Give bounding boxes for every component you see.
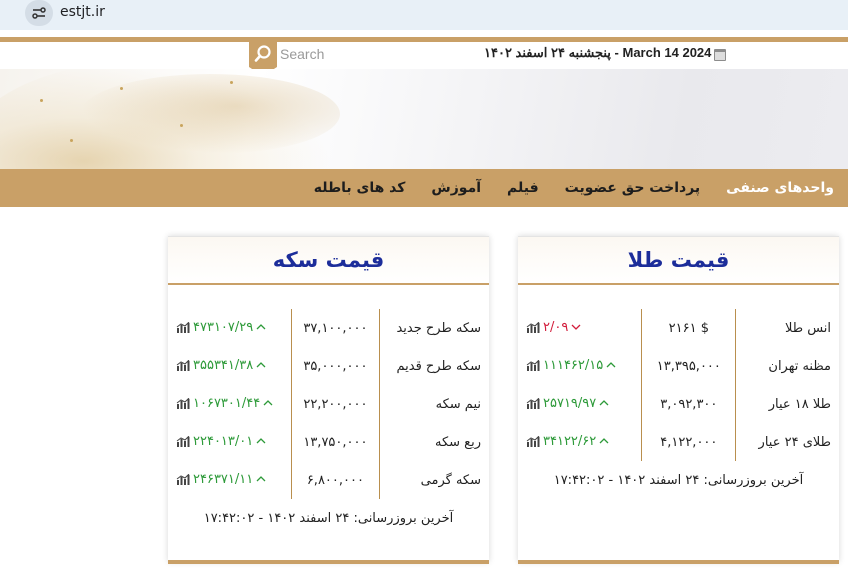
main-nav: واحدهای صنفی پرداخت حق عضویت فیلم آموزش … bbox=[0, 169, 848, 207]
arrow-up-icon bbox=[256, 476, 266, 482]
item-change: ۲۴۶۳۷۱/۱۱ bbox=[168, 461, 291, 499]
chart-bars-icon[interactable] bbox=[176, 473, 190, 485]
change-value: ۳۴۱۲۲/۶۲ bbox=[543, 433, 597, 449]
coin-price-card: قیمت سکه سکه طرح جدید ۳۷,۱۰۰,۰۰۰ ۴۷۳۱۰۷/۲۹… bbox=[168, 236, 489, 564]
change-value: ۱۱۱۴۶۲/۱۵ bbox=[543, 357, 604, 373]
chart-bars-icon[interactable] bbox=[176, 359, 190, 371]
nav-item-guild-units[interactable]: واحدهای صنفی bbox=[726, 180, 834, 196]
item-name: سکه گرمی bbox=[420, 472, 481, 488]
item-change: ۱۰۶۷۳۰۱/۴۴ bbox=[168, 385, 291, 423]
chart-bars-icon[interactable] bbox=[526, 435, 540, 447]
gold-price-card: قیمت طلا انس طلا $ ۲۱۶۱ ۲/۰۹ مظنه تهران ۱۳,۳… bbox=[518, 236, 839, 564]
price-row: سکه طرح جدید ۳۷,۱۰۰,۰۰۰ ۴۷۳۱۰۷/۲۹ bbox=[168, 309, 489, 347]
browser-address-bar: estjt.ir bbox=[0, 0, 848, 30]
chart-bars-icon[interactable] bbox=[526, 397, 540, 409]
price-row: نیم سکه ۲۲,۲۰۰,۰۰۰ ۱۰۶۷۳۰۱/۴۴ bbox=[168, 385, 489, 423]
change-value: ۲۴۶۳۷۱/۱۱ bbox=[193, 471, 254, 487]
search-input[interactable] bbox=[280, 43, 430, 65]
item-change: ۳۴۱۲۲/۶۲ bbox=[518, 423, 642, 461]
search-icon bbox=[254, 45, 271, 62]
chart-bars-icon[interactable] bbox=[176, 435, 190, 447]
item-name: انس طلا bbox=[784, 320, 831, 336]
card-divider bbox=[518, 283, 839, 285]
banner-gold-fleck bbox=[230, 81, 233, 84]
chart-bars-icon[interactable] bbox=[176, 397, 190, 409]
banner-gold-fleck bbox=[180, 124, 183, 127]
nav-item-film[interactable]: فیلم bbox=[507, 180, 539, 196]
item-price: ۳۵,۰۰۰,۰۰۰ bbox=[290, 347, 380, 385]
nav-item-void-codes[interactable]: کد های باطله bbox=[314, 180, 406, 196]
item-price: ۳۷,۱۰۰,۰۰۰ bbox=[290, 309, 380, 347]
item-name: سکه طرح جدید bbox=[396, 320, 481, 336]
search-box bbox=[249, 40, 432, 76]
banner-gold-fleck bbox=[70, 139, 73, 142]
item-price: ۱۳,۳۹۵,۰۰۰ bbox=[641, 347, 737, 385]
header-date: پنجشنبه ۲۴ اسفند ۱۴۰۲ - March 14 2024 bbox=[484, 45, 727, 61]
site-info-icon[interactable] bbox=[25, 0, 53, 26]
change-value: ۱۰۶۷۳۰۱/۴۴ bbox=[193, 395, 261, 411]
url-text[interactable]: estjt.ir bbox=[60, 4, 105, 20]
item-change: ۴۷۳۱۰۷/۲۹ bbox=[168, 309, 291, 347]
item-price: $ ۲۱۶۱ bbox=[641, 309, 737, 347]
change-value: ۲۲۴۰۱۳/۰۱ bbox=[193, 433, 254, 449]
header-date-text: پنجشنبه ۲۴ اسفند ۱۴۰۲ - March 14 2024 bbox=[484, 45, 712, 60]
item-change: ۳۵۵۳۴۱/۳۸ bbox=[168, 347, 291, 385]
browser-edge bbox=[0, 6, 4, 20]
arrow-up-icon bbox=[256, 324, 266, 330]
last-updated: آخرین بروزرسانی: ۲۴ اسفند ۱۴۰۲ - ۱۷:۴۲:۰… bbox=[203, 511, 454, 526]
item-name: مظنه تهران bbox=[768, 358, 831, 374]
arrow-up-icon bbox=[256, 438, 266, 444]
change-value: ۳۵۵۳۴۱/۳۸ bbox=[193, 357, 254, 373]
chart-bars-icon[interactable] bbox=[526, 359, 540, 371]
item-name: سکه طرح قدیم bbox=[396, 358, 481, 374]
item-change: ۲۲۴۰۱۳/۰۱ bbox=[168, 423, 291, 461]
item-price: ۴,۱۲۲,۰۰۰ bbox=[641, 423, 737, 461]
card-divider bbox=[168, 283, 489, 285]
card-bottom-border bbox=[168, 560, 489, 564]
item-name: ربع سکه bbox=[435, 434, 481, 450]
chart-bars-icon[interactable] bbox=[526, 321, 540, 333]
nav-item-membership-payment[interactable]: پرداخت حق عضویت bbox=[565, 180, 701, 196]
hero-banner bbox=[0, 69, 848, 169]
price-row: انس طلا $ ۲۱۶۱ ۲/۰۹ bbox=[518, 309, 839, 347]
item-name: طلا ۱۸ عیار bbox=[768, 396, 831, 412]
change-value: ۴۷۳۱۰۷/۲۹ bbox=[193, 319, 254, 335]
item-price: ۳,۰۹۲,۳۰۰ bbox=[641, 385, 737, 423]
item-price: ۲۲,۲۰۰,۰۰۰ bbox=[290, 385, 380, 423]
calendar-icon bbox=[714, 48, 727, 61]
change-value: ۲۵۷۱۹/۹۷ bbox=[543, 395, 597, 411]
banner-gold-fleck bbox=[120, 87, 123, 90]
price-row: طلا ۱۸ عیار ۳,۰۹۲,۳۰۰ ۲۵۷۱۹/۹۷ bbox=[518, 385, 839, 423]
arrow-up-icon bbox=[599, 438, 609, 444]
item-name: نیم سکه bbox=[435, 396, 481, 412]
item-change: ۱۱۱۴۶۲/۱۵ bbox=[518, 347, 642, 385]
arrow-down-icon bbox=[571, 324, 581, 330]
chart-bars-icon[interactable] bbox=[176, 321, 190, 333]
item-price: ۶,۸۰۰,۰۰۰ bbox=[290, 461, 380, 499]
item-change: ۲۵۷۱۹/۹۷ bbox=[518, 385, 642, 423]
change-value: ۲/۰۹ bbox=[543, 319, 569, 335]
card-bottom-border bbox=[518, 560, 839, 564]
last-updated: آخرین بروزرسانی: ۲۴ اسفند ۱۴۰۲ - ۱۷:۴۲:۰… bbox=[553, 473, 804, 488]
gold-price-table: انس طلا $ ۲۱۶۱ ۲/۰۹ مظنه تهران ۱۳,۳۹۵,۰۰۰ ۱۱۱… bbox=[518, 309, 839, 461]
nav-item-education[interactable]: آموزش bbox=[431, 180, 481, 196]
arrow-up-icon bbox=[599, 400, 609, 406]
price-row: سکه گرمی ۶,۸۰۰,۰۰۰ ۲۴۶۳۷۱/۱۱ bbox=[168, 461, 489, 499]
price-row: مظنه تهران ۱۳,۳۹۵,۰۰۰ ۱۱۱۴۶۲/۱۵ bbox=[518, 347, 839, 385]
item-name: طلای ۲۴ عیار bbox=[758, 434, 831, 450]
price-row: طلای ۲۴ عیار ۴,۱۲۲,۰۰۰ ۳۴۱۲۲/۶۲ bbox=[518, 423, 839, 461]
item-price: ۱۳,۷۵۰,۰۰۰ bbox=[290, 423, 380, 461]
price-row: سکه طرح قدیم ۳۵,۰۰۰,۰۰۰ ۳۵۵۳۴۱/۳۸ bbox=[168, 347, 489, 385]
arrow-up-icon bbox=[263, 400, 273, 406]
card-title: قیمت سکه bbox=[168, 237, 489, 283]
arrow-up-icon bbox=[256, 362, 266, 368]
coin-price-table: سکه طرح جدید ۳۷,۱۰۰,۰۰۰ ۴۷۳۱۰۷/۲۹ سکه طرح ق… bbox=[168, 309, 489, 499]
banner-gold-swirl bbox=[80, 74, 340, 154]
arrow-up-icon bbox=[606, 362, 616, 368]
price-row: ربع سکه ۱۳,۷۵۰,۰۰۰ ۲۲۴۰۱۳/۰۱ bbox=[168, 423, 489, 461]
item-change: ۲/۰۹ bbox=[518, 309, 642, 347]
card-title: قیمت طلا bbox=[518, 237, 839, 283]
banner-gold-fleck bbox=[40, 99, 43, 102]
